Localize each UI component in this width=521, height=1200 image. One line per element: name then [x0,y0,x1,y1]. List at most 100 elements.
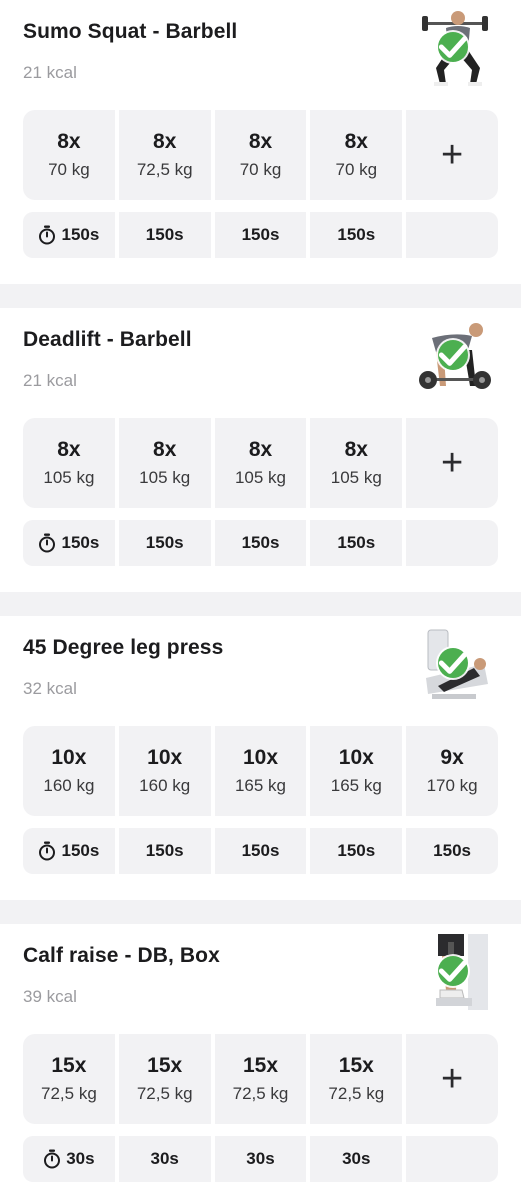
sets-row: 8x 70 kg 8x 72,5 kg 8x 70 kg 8x 70 kg + [23,110,498,200]
rest-cell[interactable]: 150s [23,212,115,258]
plus-icon: + [440,442,464,484]
set-reps: 10x [338,745,374,769]
set-cell[interactable]: 15x 72,5 kg [214,1034,307,1124]
rest-cell[interactable]: 150s [118,828,211,874]
add-set-button[interactable]: + [406,110,498,200]
rest-cell[interactable]: 150s [23,828,115,874]
set-cell[interactable]: 10x 165 kg [214,726,307,816]
set-cell[interactable]: 8x 70 kg [310,110,403,200]
rest-time: 150s [433,841,471,860]
rest-cell[interactable]: 150s [310,828,403,874]
stopwatch-icon [43,1149,61,1169]
rest-time: 30s [342,1149,371,1168]
exercise-title[interactable]: Deadlift - Barbell [23,328,192,352]
set-cell[interactable]: 8x 70 kg [23,110,115,200]
exercise-header: Deadlift - Barbell 21 kcal [23,308,498,412]
section-divider [0,900,521,924]
rest-row: 150s 150s 150s 150s [23,212,498,258]
rest-cell[interactable]: 150s [310,520,403,566]
set-weight: 72,5 kg [136,1083,193,1103]
sets-row: 10x 160 kg 10x 160 kg 10x 165 kg 10x 165… [23,726,498,816]
rest-cell-empty [406,212,498,258]
plus-icon: + [440,134,464,176]
rest-time: 30s [246,1149,275,1168]
set-cell[interactable]: 8x 70 kg [214,110,307,200]
leg-press-figure-icon[interactable] [418,624,492,704]
exercise-title[interactable]: 45 Degree leg press [23,636,223,660]
set-cell[interactable]: 9x 170 kg [406,726,498,816]
set-reps: 8x [248,129,273,153]
rest-cell[interactable]: 150s [214,828,307,874]
rest-cell[interactable]: 150s [406,828,498,874]
rest-cell[interactable]: 150s [214,520,307,566]
rest-cell[interactable]: 30s [118,1136,211,1182]
rest-cell[interactable]: 30s [23,1136,115,1182]
exercise-title[interactable]: Sumo Squat - Barbell [23,20,237,44]
set-reps: 8x [57,437,81,461]
set-cell[interactable]: 10x 160 kg [118,726,211,816]
add-set-button[interactable]: + [406,1034,498,1124]
set-reps: 8x [153,437,177,461]
set-weight: 72,5 kg [328,1083,385,1103]
stopwatch-icon [38,225,56,245]
check-icon [438,32,468,62]
rest-cell[interactable]: 150s [118,520,211,566]
set-cell[interactable]: 10x 160 kg [23,726,115,816]
set-cell[interactable]: 8x 105 kg [214,418,307,508]
add-set-button[interactable]: + [406,418,498,508]
rest-row: 150s 150s 150s 150s 150s [23,828,498,874]
rest-time: 30s [150,1149,179,1168]
exercise-card-sumo-squat[interactable]: Sumo Squat - Barbell 21 kcal 8x 70 kg 8x… [0,0,521,284]
set-cell[interactable]: 15x 72,5 kg [118,1034,211,1124]
set-reps: 10x [51,745,87,769]
set-reps: 8x [57,129,81,153]
rest-cell[interactable]: 150s [214,212,307,258]
set-reps: 15x [147,1053,183,1077]
section-divider [0,592,521,616]
rest-cell[interactable]: 150s [23,520,115,566]
exercise-kcal: 32 kcal [23,679,77,698]
exercise-card-leg-press[interactable]: 45 Degree leg press 32 kcal 10x 160 kg 1… [0,616,521,900]
set-weight: 160 kg [43,775,95,795]
calf-raise-figure-icon[interactable] [418,932,492,1012]
rest-time: 150s [241,533,280,552]
rest-cell[interactable]: 150s [310,212,403,258]
set-cell[interactable]: 8x 105 kg [118,418,211,508]
exercise-card-calf-raise[interactable]: Calf raise - DB, Box 39 kcal 15x 72,5 kg… [0,924,521,1200]
exercise-header: Sumo Squat - Barbell 21 kcal [23,0,498,104]
rest-time: 150s [241,841,280,860]
set-weight: 105 kg [43,467,95,487]
set-cell[interactable]: 8x 72,5 kg [118,110,211,200]
check-icon [438,956,468,986]
rest-time: 150s [61,533,100,552]
set-cell[interactable]: 15x 72,5 kg [23,1034,115,1124]
set-weight: 105 kg [234,467,287,487]
squat-figure-icon[interactable] [418,8,492,88]
set-cell[interactable]: 10x 165 kg [310,726,403,816]
rest-row: 30s 30s 30s 30s [23,1136,498,1182]
set-cell[interactable]: 15x 72,5 kg [310,1034,403,1124]
set-reps: 10x [242,745,279,769]
deadlift-figure-icon[interactable] [418,316,492,396]
rest-cell[interactable]: 150s [118,212,211,258]
exercise-kcal: 39 kcal [23,987,77,1006]
exercise-card-deadlift[interactable]: Deadlift - Barbell 21 kcal 8x 105 kg 8x … [0,308,521,592]
rest-cell[interactable]: 30s [310,1136,403,1182]
rest-time: 150s [241,225,280,244]
set-cell[interactable]: 8x 105 kg [23,418,115,508]
exercise-title[interactable]: Calf raise - DB, Box [23,944,220,968]
exercise-kcal: 21 kcal [23,63,77,82]
set-reps: 15x [242,1053,279,1077]
rest-cell[interactable]: 30s [214,1136,307,1182]
rest-row: 150s 150s 150s 150s [23,520,498,566]
set-weight: 72,5 kg [136,159,193,179]
set-cell[interactable]: 8x 105 kg [310,418,403,508]
exercise-kcal: 21 kcal [23,371,77,390]
set-weight: 165 kg [234,775,287,795]
plus-icon: + [440,1058,464,1100]
set-weight: 165 kg [330,775,382,795]
stopwatch-icon [38,533,56,553]
section-divider [0,284,521,308]
set-weight: 70 kg [335,159,378,179]
set-weight: 160 kg [139,775,191,795]
